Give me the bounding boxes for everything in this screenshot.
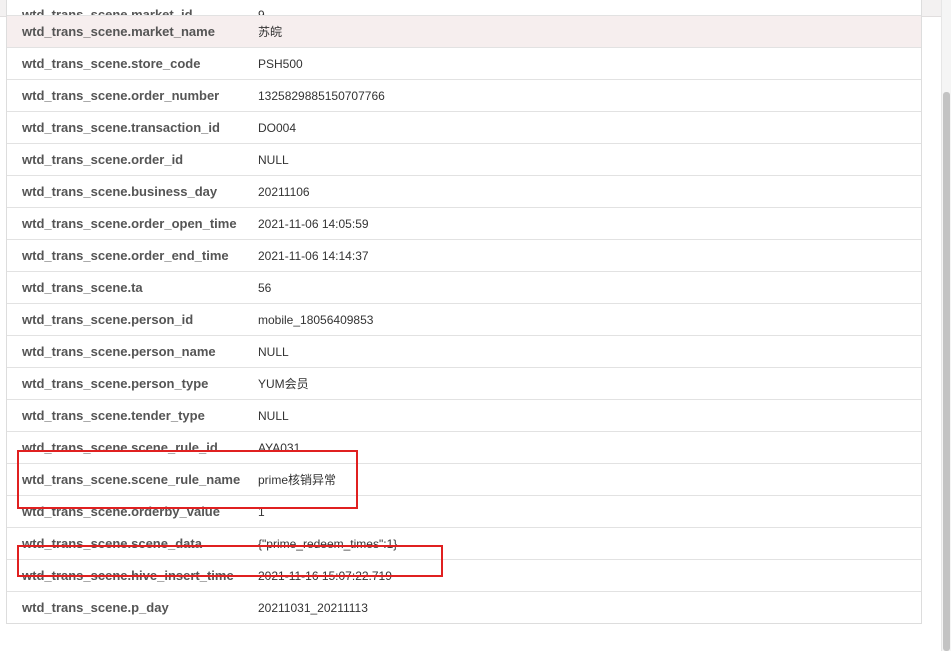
row-value: 9 <box>258 8 265 15</box>
row-value: 苏皖 <box>258 25 283 39</box>
row-key: wtd_trans_scene.business_day <box>22 184 218 199</box>
table-row[interactable]: wtd_trans_scene.order_end_time 2021-11-0… <box>7 239 921 271</box>
row-value: 2021-11-06 14:14:37 <box>258 248 369 263</box>
row-value: NULL <box>258 152 289 167</box>
row-value: NULL <box>258 344 289 359</box>
row-key: wtd_trans_scene.person_id <box>22 312 194 327</box>
row-value: mobile_18056409853 <box>258 312 374 327</box>
table-row[interactable]: wtd_trans_scene.tender_type NULL <box>7 399 921 431</box>
table-row[interactable]: wtd_trans_scene.person_id mobile_1805640… <box>7 303 921 335</box>
table-row[interactable]: wtd_trans_scene.order_number 13258298851… <box>7 79 921 111</box>
annotation-box-scene-rule <box>17 450 358 509</box>
result-table: wtd_trans_scene.market_id 9 wtd_trans_sc… <box>6 0 922 624</box>
row-key: wtd_trans_scene.store_code <box>22 56 201 71</box>
row-value: 1325829885150707766 <box>258 88 385 103</box>
row-key: wtd_trans_scene.market_name <box>22 24 215 39</box>
table-row[interactable]: wtd_trans_scene.person_type YUM会员 <box>7 367 921 399</box>
row-value: PSH500 <box>258 56 303 71</box>
row-key: wtd_trans_scene.order_open_time <box>22 216 237 231</box>
row-key: wtd_trans_scene.p_day <box>22 600 169 615</box>
row-value: 56 <box>258 280 272 295</box>
table-row[interactable]: wtd_trans_scene.ta 56 <box>7 271 921 303</box>
row-key: wtd_trans_scene.transaction_id <box>22 120 220 135</box>
row-key: wtd_trans_scene.order_end_time <box>22 248 229 263</box>
table-row[interactable]: wtd_trans_scene.market_name 苏皖 <box>7 15 921 47</box>
row-value: 20211106 <box>258 184 310 199</box>
row-key: wtd_trans_scene.market_id <box>22 7 193 15</box>
row-key: wtd_trans_scene.tender_type <box>22 408 205 423</box>
row-value: YUM会员 <box>258 377 309 391</box>
row-key: wtd_trans_scene.order_id <box>22 152 184 167</box>
table-row[interactable]: wtd_trans_scene.transaction_id DO004 <box>7 111 921 143</box>
table-row[interactable]: wtd_trans_scene.market_id 9 <box>7 0 921 15</box>
row-value: 20211031_20211113 <box>258 600 368 615</box>
annotation-box-scene-data <box>17 545 443 577</box>
scrollbar-thumb[interactable] <box>943 92 950 651</box>
row-key: wtd_trans_scene.person_name <box>22 344 216 359</box>
row-value: DO004 <box>258 120 297 135</box>
table-row[interactable]: wtd_trans_scene.order_open_time 2021-11-… <box>7 207 921 239</box>
table-row[interactable]: wtd_trans_scene.business_day 20211106 <box>7 175 921 207</box>
row-key: wtd_trans_scene.ta <box>22 280 143 295</box>
table-row[interactable]: wtd_trans_scene.store_code PSH500 <box>7 47 921 79</box>
row-value: NULL <box>258 408 289 423</box>
table-row[interactable]: wtd_trans_scene.order_id NULL <box>7 143 921 175</box>
row-key: wtd_trans_scene.person_type <box>22 376 209 391</box>
row-key: wtd_trans_scene.order_number <box>22 88 220 103</box>
row-value: 2021-11-06 14:05:59 <box>258 216 369 231</box>
table-row[interactable]: wtd_trans_scene.person_name NULL <box>7 335 921 367</box>
table-row[interactable]: wtd_trans_scene.p_day 20211031_20211113 <box>7 591 921 623</box>
